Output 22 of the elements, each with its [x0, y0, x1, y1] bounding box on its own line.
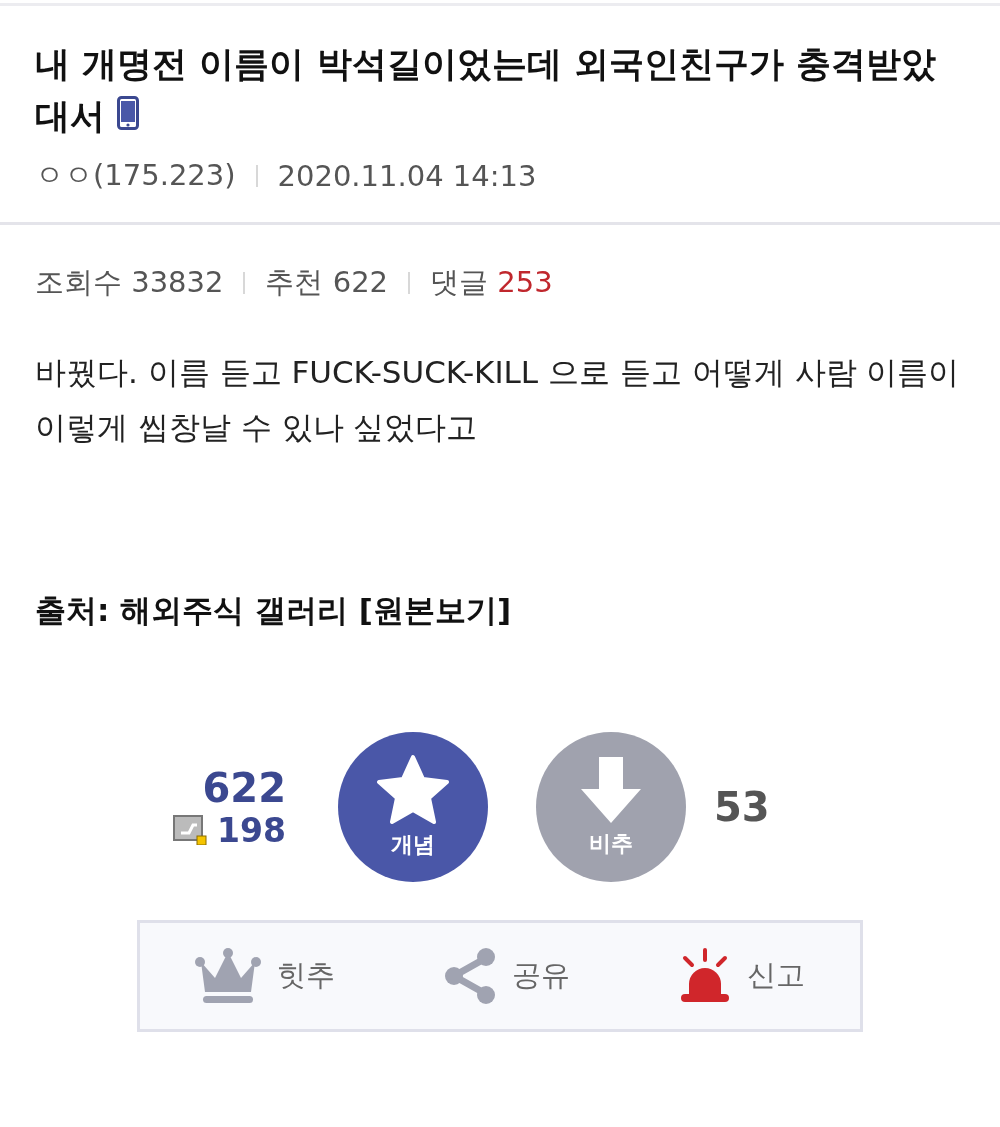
downvote-count: 53 — [714, 784, 771, 830]
post-stat: 댓글 253 — [430, 264, 553, 301]
post-date: 2020.11.04 14:13 — [277, 159, 537, 193]
upvote-count: 622 — [202, 764, 286, 811]
original-link[interactable]: [원본보기] — [358, 592, 512, 628]
action-button[interactable]: 힛추 — [194, 948, 335, 1004]
post-title: 내 개명전 이름이 박석길이었는데 외국인친구가 충격받았대서 — [35, 43, 937, 138]
share-icon — [444, 948, 496, 1004]
post-body: 바꿨다. 이름 듣고 FUCK-SUCK-KILL 으로 듣고 어떻게 사람 이름이 이렇게 씹창날 수 있나 싶었다고 — [35, 353, 961, 447]
post-stat: 조회수 33832 — [35, 264, 224, 301]
source-line: 출처: 해외주식 갤러리 [원본보기] — [35, 591, 513, 630]
action-button[interactable]: 신고 — [679, 948, 806, 1004]
post-stat: 추천 622 — [265, 264, 389, 301]
crown-icon — [194, 948, 261, 1004]
writer-name: ㅇㅇ(175.223) — [35, 157, 236, 194]
upvote-button[interactable]: 개념 — [338, 732, 488, 882]
siren-icon — [679, 948, 732, 1004]
fixed-upvote-count: 198 — [217, 810, 286, 850]
down-arrow-icon — [579, 755, 643, 825]
phone-icon — [117, 96, 140, 130]
star-icon — [375, 754, 451, 826]
action-button[interactable]: 공유 — [444, 948, 570, 1004]
